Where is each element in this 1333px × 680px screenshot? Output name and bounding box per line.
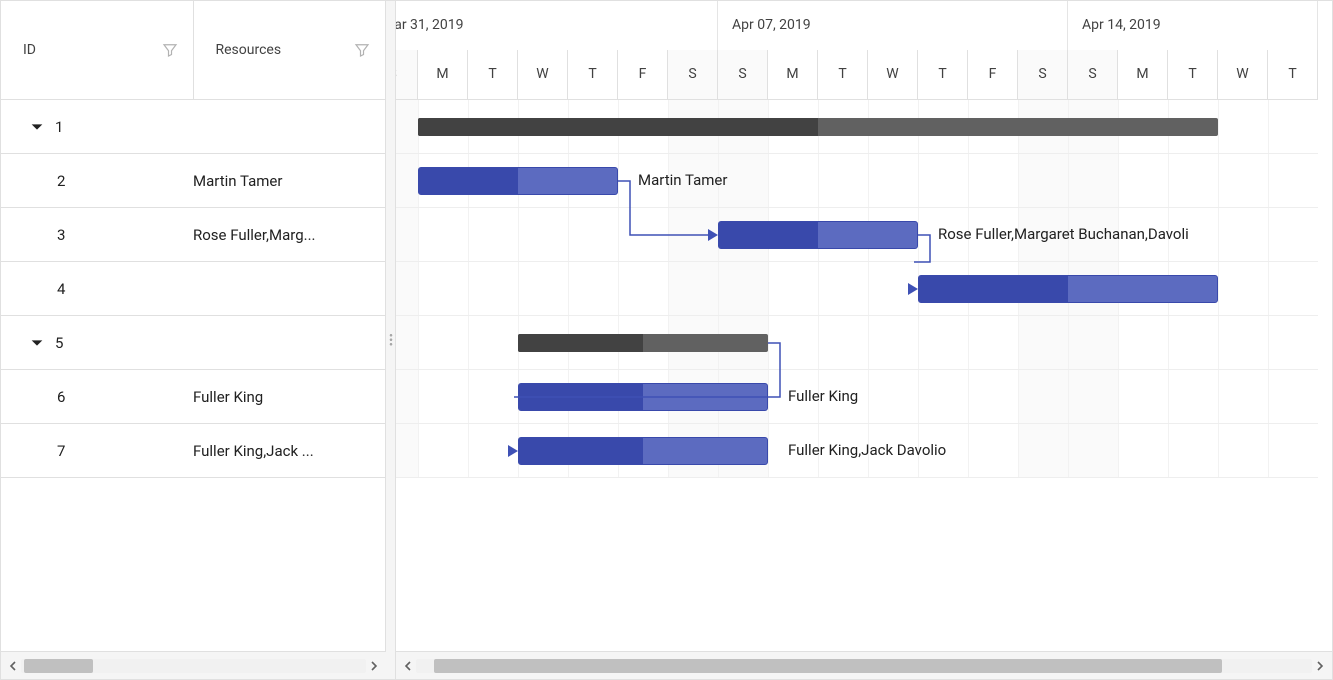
- gantt-chart: ID Resources 1 2 Martin Tamer 3 Rose Fuller,…: [0, 0, 1333, 680]
- timeline-day-header: S: [396, 50, 418, 100]
- column-header-label: ID: [23, 42, 36, 58]
- filter-icon[interactable]: [353, 41, 371, 59]
- timeline-day-header: W: [1218, 50, 1268, 100]
- timeline-week-header: Mar 31, 2019: [396, 1, 718, 50]
- tree-grid-hscroll[interactable]: [1, 651, 386, 679]
- collapse-icon[interactable]: [29, 119, 45, 135]
- scroll-right-icon[interactable]: [1312, 658, 1328, 674]
- table-row[interactable]: 4: [1, 262, 385, 316]
- row-id: 6: [57, 388, 65, 406]
- tree-grid-body: 1 2 Martin Tamer 3 Rose Fuller,Marg... 4 5 6 Ful…: [1, 100, 385, 651]
- table-row[interactable]: 5: [1, 316, 385, 370]
- table-row[interactable]: 6 Fuller King: [1, 370, 385, 424]
- scroll-left-icon[interactable]: [5, 658, 21, 674]
- dependency-arrow-icon: [908, 283, 918, 295]
- column-header-id[interactable]: ID: [1, 1, 194, 99]
- timeline-hscroll[interactable]: [396, 651, 1332, 679]
- table-row[interactable]: 1: [1, 100, 385, 154]
- timeline-day-header: T: [1268, 50, 1318, 100]
- timeline-day-header: S: [1068, 50, 1118, 100]
- column-header-label: Resources: [216, 42, 282, 58]
- timeline-day-header: W: [868, 50, 918, 100]
- timeline-header: Mar 31, 2019Apr 07, 2019Apr 14, 2019SMTW…: [396, 1, 1318, 100]
- table-row[interactable]: 2 Martin Tamer: [1, 154, 385, 208]
- timeline-day-header: S: [718, 50, 768, 100]
- tree-grid-header: ID Resources: [1, 1, 385, 100]
- row-id: 4: [57, 280, 65, 298]
- timeline-day-header: S: [1018, 50, 1068, 100]
- timeline-day-header: T: [568, 50, 618, 100]
- scroll-left-icon[interactable]: [400, 658, 416, 674]
- dependency-line: [614, 177, 722, 239]
- timeline-day-header: W: [518, 50, 568, 100]
- row-resources: Martin Tamer: [193, 172, 385, 190]
- timeline-body[interactable]: Martin TamerRose Fuller,Margaret Buchana…: [396, 100, 1318, 478]
- gantt-summary-bar[interactable]: [418, 118, 1218, 136]
- collapse-icon[interactable]: [29, 335, 45, 351]
- timeline: Mar 31, 2019Apr 07, 2019Apr 14, 2019SMTW…: [396, 1, 1332, 651]
- row-id: 3: [57, 226, 65, 244]
- gantt-progress: [719, 222, 818, 248]
- gantt-task-bar[interactable]: [718, 221, 918, 249]
- gantt-bar-label: Rose Fuller,Margaret Buchanan,Davoli: [938, 225, 1189, 243]
- row-resources: Fuller King: [193, 388, 385, 406]
- timeline-day-header: M: [768, 50, 818, 100]
- table-row[interactable]: 3 Rose Fuller,Marg...: [1, 208, 385, 262]
- gantt-bar-label: Fuller King,Jack Davolio: [788, 441, 946, 459]
- splitter-handle[interactable]: [386, 1, 396, 679]
- gantt-task-bar[interactable]: [418, 167, 618, 195]
- timeline-day-header: T: [1168, 50, 1218, 100]
- gantt-progress: [919, 276, 1068, 302]
- scroll-right-icon[interactable]: [366, 658, 382, 674]
- table-row[interactable]: 7 Fuller King,Jack ...: [1, 424, 385, 478]
- dependency-arrow-icon: [708, 229, 718, 241]
- row-resources: Rose Fuller,Marg...: [193, 226, 385, 244]
- row-id: 1: [55, 118, 63, 136]
- gantt-task-bar[interactable]: [918, 275, 1218, 303]
- timeline-day-header: M: [418, 50, 468, 100]
- timeline-day-header: M: [1118, 50, 1168, 100]
- filter-icon[interactable]: [161, 41, 179, 59]
- timeline-week-header: Apr 07, 2019: [718, 1, 1068, 50]
- gantt-progress: [418, 118, 818, 136]
- scroll-thumb[interactable]: [24, 659, 93, 673]
- dependency-arrow-icon: [508, 445, 518, 457]
- timeline-day-header: T: [818, 50, 868, 100]
- gantt-progress: [419, 168, 518, 194]
- timeline-day-header: T: [468, 50, 518, 100]
- row-id: 7: [57, 442, 65, 460]
- timeline-day-header: F: [968, 50, 1018, 100]
- row-id: 5: [55, 334, 63, 352]
- column-header-resources[interactable]: Resources: [194, 1, 386, 99]
- dependency-line: [514, 339, 784, 455]
- row-resources: Fuller King,Jack ...: [193, 442, 385, 460]
- timeline-day-header: T: [918, 50, 968, 100]
- timeline-day-header: S: [668, 50, 718, 100]
- scroll-thumb[interactable]: [434, 659, 1222, 673]
- row-id: 2: [57, 172, 65, 190]
- timeline-week-header: Apr 14, 2019: [1068, 1, 1318, 50]
- timeline-day-header: F: [618, 50, 668, 100]
- tree-grid: ID Resources 1 2 Martin Tamer 3 Rose Fuller,…: [1, 1, 386, 651]
- gantt-bar-label: Fuller King: [788, 387, 858, 405]
